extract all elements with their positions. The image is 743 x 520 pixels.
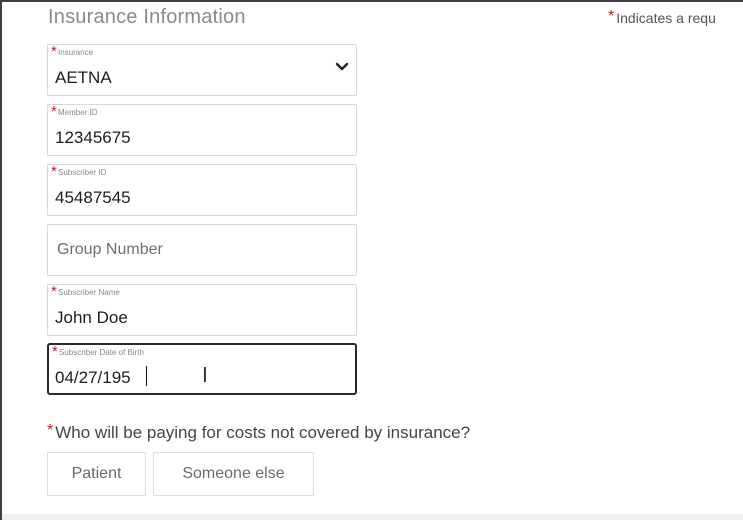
required-legend-text: Indicates a requ [616,10,716,26]
payer-question-text: Who will be paying for costs not covered… [55,423,471,442]
member-id-value: 12345675 [55,128,131,147]
required-star: * [608,8,615,25]
subscriber-id-value: 45487545 [55,188,131,207]
insurance-select[interactable]: * Insurance AETNA [47,44,357,96]
subscriber-name-label: Subscriber Name [58,288,120,297]
insurance-value: AETNA [55,68,112,87]
required-star: * [47,422,54,439]
subscriber-name-field[interactable]: * Subscriber Name John Doe [47,284,357,336]
subscriber-id-label: Subscriber ID [58,168,107,177]
required-star: * [51,43,57,60]
subscriber-dob-value: 04/27/195 [55,368,131,387]
group-number-field[interactable]: Group Number [47,224,357,276]
group-number-placeholder: Group Number [57,241,163,258]
member-id-field[interactable]: * Member ID 12345675 [47,104,357,156]
insurance-label: Insurance [58,48,94,57]
subscriber-id-field[interactable]: * Subscriber ID 45487545 [47,164,357,216]
insurance-form-panel: Insurance Information * Indicates a requ … [0,0,743,520]
subscriber-name-value: John Doe [55,308,128,327]
chevron-down-icon[interactable] [334,59,350,75]
required-legend: * Indicates a requ [608,8,743,26]
payer-question: * Who will be paying for costs not covere… [47,422,470,443]
bottom-divider [2,514,743,520]
subscriber-dob-field[interactable]: * Subscriber Date of Birth 04/27/195 I [47,343,357,395]
section-title: Insurance Information [48,6,246,28]
required-star: * [51,103,57,120]
patient-option-button[interactable]: Patient [47,452,146,496]
required-star: * [51,163,57,180]
ibeam-cursor-icon: I [202,363,208,387]
required-star: * [52,343,58,360]
someone-else-option-button[interactable]: Someone else [153,452,314,496]
required-star: * [51,283,57,300]
member-id-label: Member ID [58,108,98,117]
text-caret [146,366,147,386]
subscriber-dob-label: Subscriber Date of Birth [59,348,144,357]
